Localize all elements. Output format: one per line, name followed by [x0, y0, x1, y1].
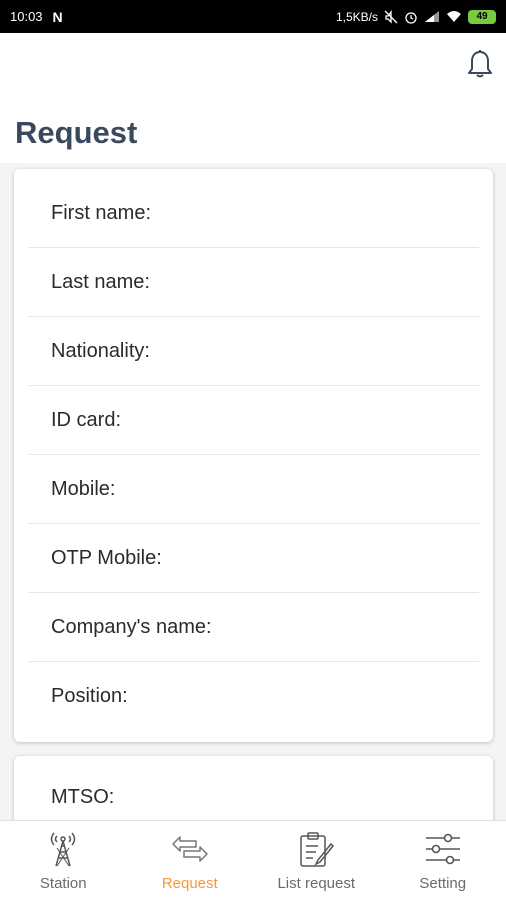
- field-label: Mobile:: [51, 477, 116, 500]
- battery-icon: 49: [468, 9, 496, 24]
- field-label: OTP Mobile:: [51, 546, 162, 569]
- nav-label: Setting: [419, 875, 467, 892]
- bottom-nav: Station Request List request Setting: [0, 820, 506, 900]
- nav-label: Request: [161, 875, 218, 892]
- notification-n-icon: N: [52, 8, 63, 25]
- arrows-exchange-icon: [170, 829, 210, 869]
- tower-icon: [43, 829, 83, 869]
- nav-item-setting[interactable]: Setting: [380, 821, 506, 900]
- first-name-field[interactable]: First name:: [28, 169, 479, 248]
- company-name-field[interactable]: Company's name:: [28, 593, 479, 662]
- header: Request: [0, 33, 506, 163]
- field-label: Position:: [51, 685, 128, 707]
- nav-label: Station: [39, 875, 87, 892]
- sliders-icon: [423, 829, 463, 869]
- otp-mobile-field[interactable]: OTP Mobile:: [28, 524, 479, 593]
- field-label: First name:: [51, 201, 152, 224]
- signal-icon: [425, 11, 439, 22]
- clipboard-edit-icon: [296, 829, 336, 869]
- id-card-field[interactable]: ID card:: [28, 386, 479, 455]
- field-label: MTSO:: [51, 786, 115, 808]
- last-name-field[interactable]: Last name:: [28, 248, 479, 317]
- position-field[interactable]: Position:: [28, 662, 479, 731]
- silent-icon: [384, 9, 398, 24]
- nav-item-list-request[interactable]: List request: [253, 821, 380, 900]
- network-speed: 1,5KB/s: [335, 9, 378, 24]
- status-time: 10:03: [10, 9, 43, 24]
- request-form-card: First name: Last name: Nationality: ID c…: [14, 169, 493, 742]
- mtso-field[interactable]: MTSO:: [51, 786, 114, 809]
- field-label: Company's name:: [51, 615, 212, 638]
- field-label: Nationality:: [51, 339, 150, 362]
- mobile-field[interactable]: Mobile:: [28, 455, 479, 524]
- battery-level: 49: [476, 11, 488, 22]
- bell-icon[interactable]: [464, 48, 496, 80]
- field-label: ID card:: [51, 408, 122, 431]
- nav-item-station[interactable]: Station: [0, 821, 127, 900]
- nav-item-request[interactable]: Request: [127, 821, 254, 900]
- alarm-icon: [405, 11, 417, 24]
- wifi-icon: [447, 11, 461, 22]
- field-label: Last name:: [51, 270, 150, 293]
- nationality-field[interactable]: Nationality:: [28, 317, 479, 386]
- page-title: Request: [15, 115, 138, 150]
- nav-label: List request: [277, 875, 356, 892]
- status-bar: 10:03 N 1,5KB/s 49: [0, 0, 506, 33]
